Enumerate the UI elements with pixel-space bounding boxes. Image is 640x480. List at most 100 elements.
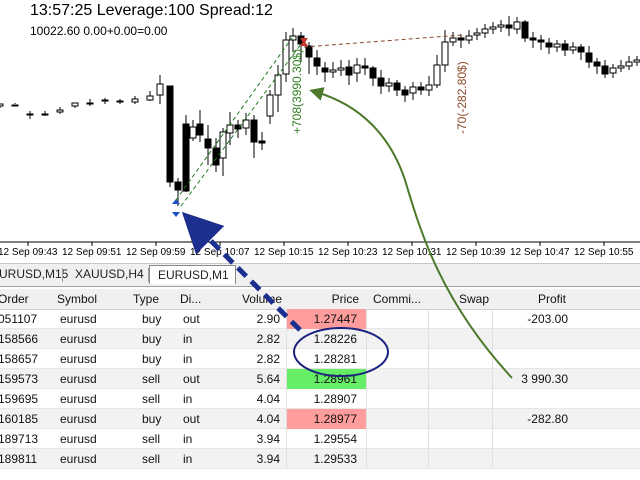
- cell-order: 158566: [0, 332, 39, 346]
- candle: [417, 82, 425, 95]
- time-axis-label: 12 Sep 09:51: [62, 247, 122, 258]
- table-row[interactable]: 189811 eurusd sell in 3.94 1.29533: [0, 449, 640, 469]
- cell-profit: [492, 449, 570, 469]
- cell-swap: [428, 449, 492, 469]
- cell-direction: in: [183, 392, 193, 406]
- time-axis-label: 12 Sep 10:23: [318, 247, 378, 258]
- tab-separator: [62, 268, 63, 282]
- candle: [86, 99, 94, 106]
- col-header-volume[interactable]: Volume: [226, 289, 282, 309]
- account-hud-line2: 10022.60 0.00+0.00=0.00: [30, 24, 168, 38]
- cell-order: 160185: [0, 412, 39, 426]
- cell-swap: [428, 369, 492, 389]
- table-row[interactable]: 159573 eurusd sell out 5.64 1.28961 3 990.30: [0, 369, 640, 389]
- candle: [377, 70, 385, 94]
- cell-order: 189713: [0, 432, 39, 446]
- candle: [505, 16, 513, 36]
- buy-marker: [172, 199, 180, 204]
- cell-type: sell: [142, 392, 161, 406]
- candle: [337, 60, 345, 76]
- table-row[interactable]: 158657 eurusd buy in 2.82 1.28281: [0, 349, 640, 369]
- tab-xauusd-h4[interactable]: XAUUSD,H4: [75, 267, 144, 281]
- tab-eurusd-m15[interactable]: EURUSD,M15: [0, 267, 68, 281]
- cell-direction: in: [183, 352, 193, 366]
- cell-symbol: eurusd: [60, 372, 97, 386]
- cell-swap: [428, 349, 492, 369]
- col-header-swap[interactable]: Swap: [459, 289, 499, 309]
- cell-price: 1.28226: [286, 329, 366, 349]
- cell-type: buy: [142, 312, 162, 326]
- col-header-profit[interactable]: Profit: [538, 289, 578, 309]
- candle: [569, 42, 577, 54]
- cell-price: 1.28907: [286, 389, 366, 409]
- cell-type: buy: [142, 412, 162, 426]
- cell-price: 1.28961: [286, 369, 366, 389]
- cell-price: 1.29554: [286, 429, 366, 449]
- candle: [182, 115, 190, 192]
- cell-order: 158657: [0, 352, 39, 366]
- col-header-type[interactable]: Type: [133, 289, 173, 309]
- price-chart[interactable]: 12 Sep 09:43 12 Sep 09:51 12 Sep 09:59 12 S…: [0, 0, 640, 262]
- candle: [56, 107, 64, 114]
- candle: [617, 60, 625, 72]
- trade-line-profit: [175, 37, 293, 201]
- cell-type: sell: [142, 372, 161, 386]
- loss-annotation: -70(-282.80$): [455, 61, 469, 134]
- cell-swap: [428, 329, 492, 349]
- candle: [234, 120, 242, 138]
- table-row[interactable]: 189713 eurusd sell in 3.94 1.29554: [0, 429, 640, 449]
- candle: [258, 132, 266, 150]
- col-header-order[interactable]: Order: [0, 289, 48, 309]
- candle: [353, 58, 361, 82]
- col-header-price[interactable]: Price: [290, 289, 359, 309]
- candle: [385, 78, 393, 92]
- cell-volume: 3.94: [256, 452, 280, 466]
- cell-price: 1.28281: [286, 349, 366, 369]
- cell-volume: 4.04: [256, 412, 280, 426]
- col-header-symbol[interactable]: Symbol: [57, 289, 107, 309]
- table-row[interactable]: 051107 eurusd buy out 2.90 1.27447 -203.00: [0, 309, 640, 329]
- cell-commission: [366, 449, 428, 469]
- cell-order: 159695: [0, 392, 39, 406]
- candle: [189, 120, 197, 141]
- col-header-commission[interactable]: Commi...: [373, 289, 433, 309]
- candle: [401, 86, 409, 102]
- table-row[interactable]: 158566 eurusd buy in 2.82 1.28226: [0, 329, 640, 349]
- col-header-direction[interactable]: Di...: [180, 289, 220, 309]
- time-axis-label: 12 Sep 10:31: [382, 247, 442, 258]
- candle: [329, 62, 337, 78]
- cell-type: buy: [142, 352, 162, 366]
- candle: [529, 32, 537, 48]
- table-row[interactable]: 160185 eurusd buy out 4.04 1.28977 -282.80: [0, 409, 640, 429]
- table-header: Order Symbol Type Di... Volume Price Com…: [0, 289, 640, 310]
- cell-symbol: eurusd: [60, 332, 97, 346]
- candle: [166, 85, 174, 187]
- candle: [577, 44, 585, 60]
- cell-commission: [366, 409, 428, 429]
- candle: [116, 99, 124, 104]
- candle: [26, 111, 34, 119]
- cell-swap: [428, 309, 492, 329]
- candle: [489, 22, 497, 34]
- cell-commission: [366, 329, 428, 349]
- candle: [545, 38, 553, 54]
- cell-profit: -203.00: [492, 309, 570, 329]
- tab-eurusd-m1[interactable]: EURUSD,M1: [149, 265, 236, 284]
- cell-order: 189811: [0, 452, 38, 466]
- cell-type: sell: [142, 452, 161, 466]
- cell-symbol: eurusd: [60, 392, 97, 406]
- candle: [101, 98, 109, 104]
- candle: [473, 28, 481, 40]
- candle: [481, 24, 489, 38]
- table-row[interactable]: 159695 eurusd sell in 4.04 1.28907: [0, 389, 640, 409]
- cell-order: 159573: [0, 372, 39, 386]
- cell-profit: [492, 389, 570, 409]
- cell-order: 051107: [0, 312, 38, 326]
- candle: [369, 66, 377, 86]
- candle: [361, 58, 369, 75]
- cell-commission: [366, 349, 428, 369]
- cell-volume: 5.64: [256, 372, 280, 386]
- candle: [513, 17, 521, 34]
- time-axis-label: 12 Sep 10:07: [190, 247, 250, 258]
- candle: [393, 80, 401, 96]
